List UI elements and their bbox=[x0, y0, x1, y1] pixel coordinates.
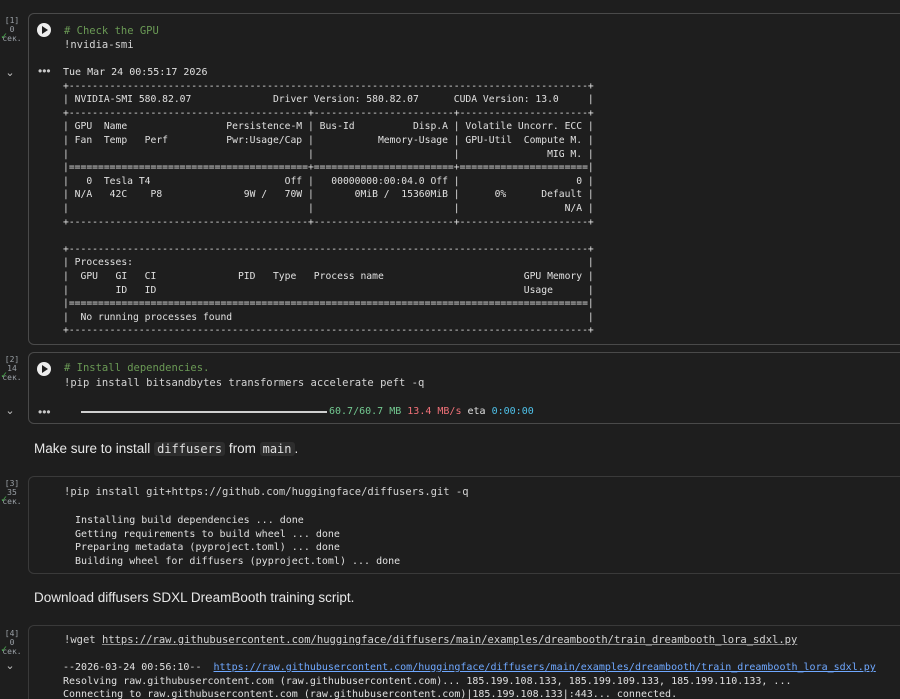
markdown-cell-1: Make sure to install diffusers from main… bbox=[34, 441, 298, 456]
output-menu-icon[interactable]: ••• bbox=[38, 65, 51, 77]
progress-speed: 13.4 MB/s bbox=[407, 406, 462, 417]
code-line[interactable]: !nvidia-smi bbox=[64, 38, 134, 52]
output-line: |=======================================… bbox=[63, 298, 594, 310]
output-line: | N/A 42C P8 9W / 70W | 0MiB / 15360MiB … bbox=[63, 189, 594, 201]
output-line: | 0 Tesla T4 Off | 00000000:00:04.0 Off … bbox=[63, 175, 594, 187]
collapse-output-chevron-icon[interactable]: ⌄ bbox=[4, 661, 16, 672]
md-text: . bbox=[294, 441, 299, 456]
output-line: | GPU Name Persistence-M | Bus-Id Disp.A… bbox=[63, 121, 594, 133]
output-line: | ID ID Usage | bbox=[63, 284, 594, 296]
check-icon: ✓ bbox=[1, 494, 8, 505]
code-line[interactable]: # Check the GPU bbox=[64, 24, 159, 38]
output-line: | | | MIG M. | bbox=[63, 148, 594, 160]
output-line: +---------------------------------------… bbox=[63, 80, 594, 92]
output-line: --2026-03-24 00:56:10-- https://raw.gith… bbox=[63, 661, 876, 675]
output-line: | NVIDIA-SMI 580.82.07 Driver Version: 5… bbox=[63, 94, 594, 106]
progress-eta: 0:00:00 bbox=[491, 406, 534, 417]
run-cell-button[interactable] bbox=[37, 23, 51, 37]
collapse-output-chevron-icon[interactable]: ⌄ bbox=[4, 68, 16, 79]
cell-3-output: Installing build dependencies ... done G… bbox=[63, 514, 400, 568]
output-timestamp: --2026-03-24 00:56:10-- bbox=[63, 662, 214, 673]
output-line: Resolving raw.githubusercontent.com (raw… bbox=[63, 675, 792, 687]
inline-code: main bbox=[259, 442, 295, 456]
output-line: | Fan Temp Perf Pwr:Usage/Cap | Memory-U… bbox=[63, 134, 594, 146]
progress-eta-label: eta bbox=[467, 406, 486, 417]
cell-4-output: --2026-03-24 00:56:10-- https://raw.gith… bbox=[63, 661, 876, 699]
output-line: +---------------------------------------… bbox=[63, 216, 594, 228]
inline-code: diffusers bbox=[154, 442, 226, 456]
output-menu-icon[interactable]: ••• bbox=[38, 406, 51, 418]
cell-1-exec-info: [1] 0 сек. ✓ bbox=[0, 16, 24, 43]
check-icon: ✓ bbox=[1, 644, 8, 655]
code-line[interactable]: !pip install git+https://github.com/hugg… bbox=[64, 485, 469, 499]
check-icon: ✓ bbox=[1, 370, 8, 381]
output-line: Preparing metadata (pyproject.toml) ... … bbox=[63, 542, 340, 554]
output-line: | GPU GI CI PID Type Process name GPU Me… bbox=[63, 270, 594, 282]
code-line[interactable]: # Install dependencies. bbox=[64, 361, 209, 375]
progress-stats: 60.7/60.7 MB 13.4 MB/s eta 0:00:00 bbox=[329, 405, 534, 419]
cell-3-exec-info: [3] 35 сек. ✓ bbox=[0, 479, 24, 506]
code-cell-2[interactable]: # Install dependencies. !pip install bit… bbox=[28, 352, 900, 424]
progress-bar bbox=[81, 411, 327, 413]
output-line: Connecting to raw.githubusercontent.com … bbox=[63, 689, 678, 699]
code-line[interactable]: !wget https://raw.githubusercontent.com/… bbox=[64, 633, 797, 647]
cell-3-exec-count: [3] bbox=[4, 479, 20, 488]
output-line: | No running processes found | bbox=[63, 311, 594, 323]
cell-4-exec-info: [4] 0 сек. ✓ bbox=[0, 629, 24, 656]
output-line: +---------------------------------------… bbox=[63, 243, 594, 255]
cell-1-output: Tue Mar 24 00:55:17 2026 +---------------… bbox=[63, 66, 594, 338]
collapse-output-chevron-icon[interactable]: ⌄ bbox=[4, 406, 16, 417]
output-line: +---------------------------------------… bbox=[63, 107, 594, 119]
cell-2-exec-count: [2] bbox=[4, 355, 20, 364]
code-cell-4[interactable]: !wget https://raw.githubusercontent.com/… bbox=[28, 625, 900, 699]
output-line: | | | N/A | bbox=[63, 202, 594, 214]
output-url-link[interactable]: https://raw.githubusercontent.com/huggin… bbox=[214, 662, 876, 673]
run-cell-button[interactable] bbox=[37, 362, 51, 376]
cell-4-exec-count: [4] bbox=[4, 629, 20, 638]
output-line: Tue Mar 24 00:55:17 2026 bbox=[63, 67, 208, 78]
md-text: Make sure to install bbox=[34, 441, 155, 456]
nvidia-smi-table: +---------------------------------------… bbox=[63, 80, 594, 338]
output-line: Getting requirements to build wheel ... … bbox=[63, 528, 340, 540]
md-text: from bbox=[225, 441, 260, 456]
code-cell-3[interactable]: !pip install git+https://github.com/hugg… bbox=[28, 476, 900, 574]
cell-2-exec-info: [2] 14 сек. ✓ bbox=[0, 355, 24, 382]
output-line: | Processes: | bbox=[63, 257, 594, 269]
wget-url[interactable]: https://raw.githubusercontent.com/huggin… bbox=[102, 634, 797, 646]
cell-1-exec-count: [1] bbox=[4, 16, 20, 25]
output-line: Building wheel for diffusers (pyproject.… bbox=[63, 555, 401, 567]
code-cell-1[interactable]: # Check the GPU !nvidia-smi ••• Tue Mar … bbox=[28, 13, 900, 345]
progress-size: 60.7/60.7 MB bbox=[329, 406, 402, 417]
code-line[interactable]: !pip install bitsandbytes transformers a… bbox=[64, 376, 424, 390]
output-line: Installing build dependencies ... done bbox=[63, 515, 304, 526]
markdown-cell-2: Download diffusers SDXL DreamBooth train… bbox=[34, 590, 355, 605]
check-icon: ✓ bbox=[1, 31, 8, 42]
output-line: +---------------------------------------… bbox=[63, 325, 594, 337]
output-line: |=======================================… bbox=[63, 162, 594, 174]
wget-command: !wget bbox=[64, 634, 102, 646]
